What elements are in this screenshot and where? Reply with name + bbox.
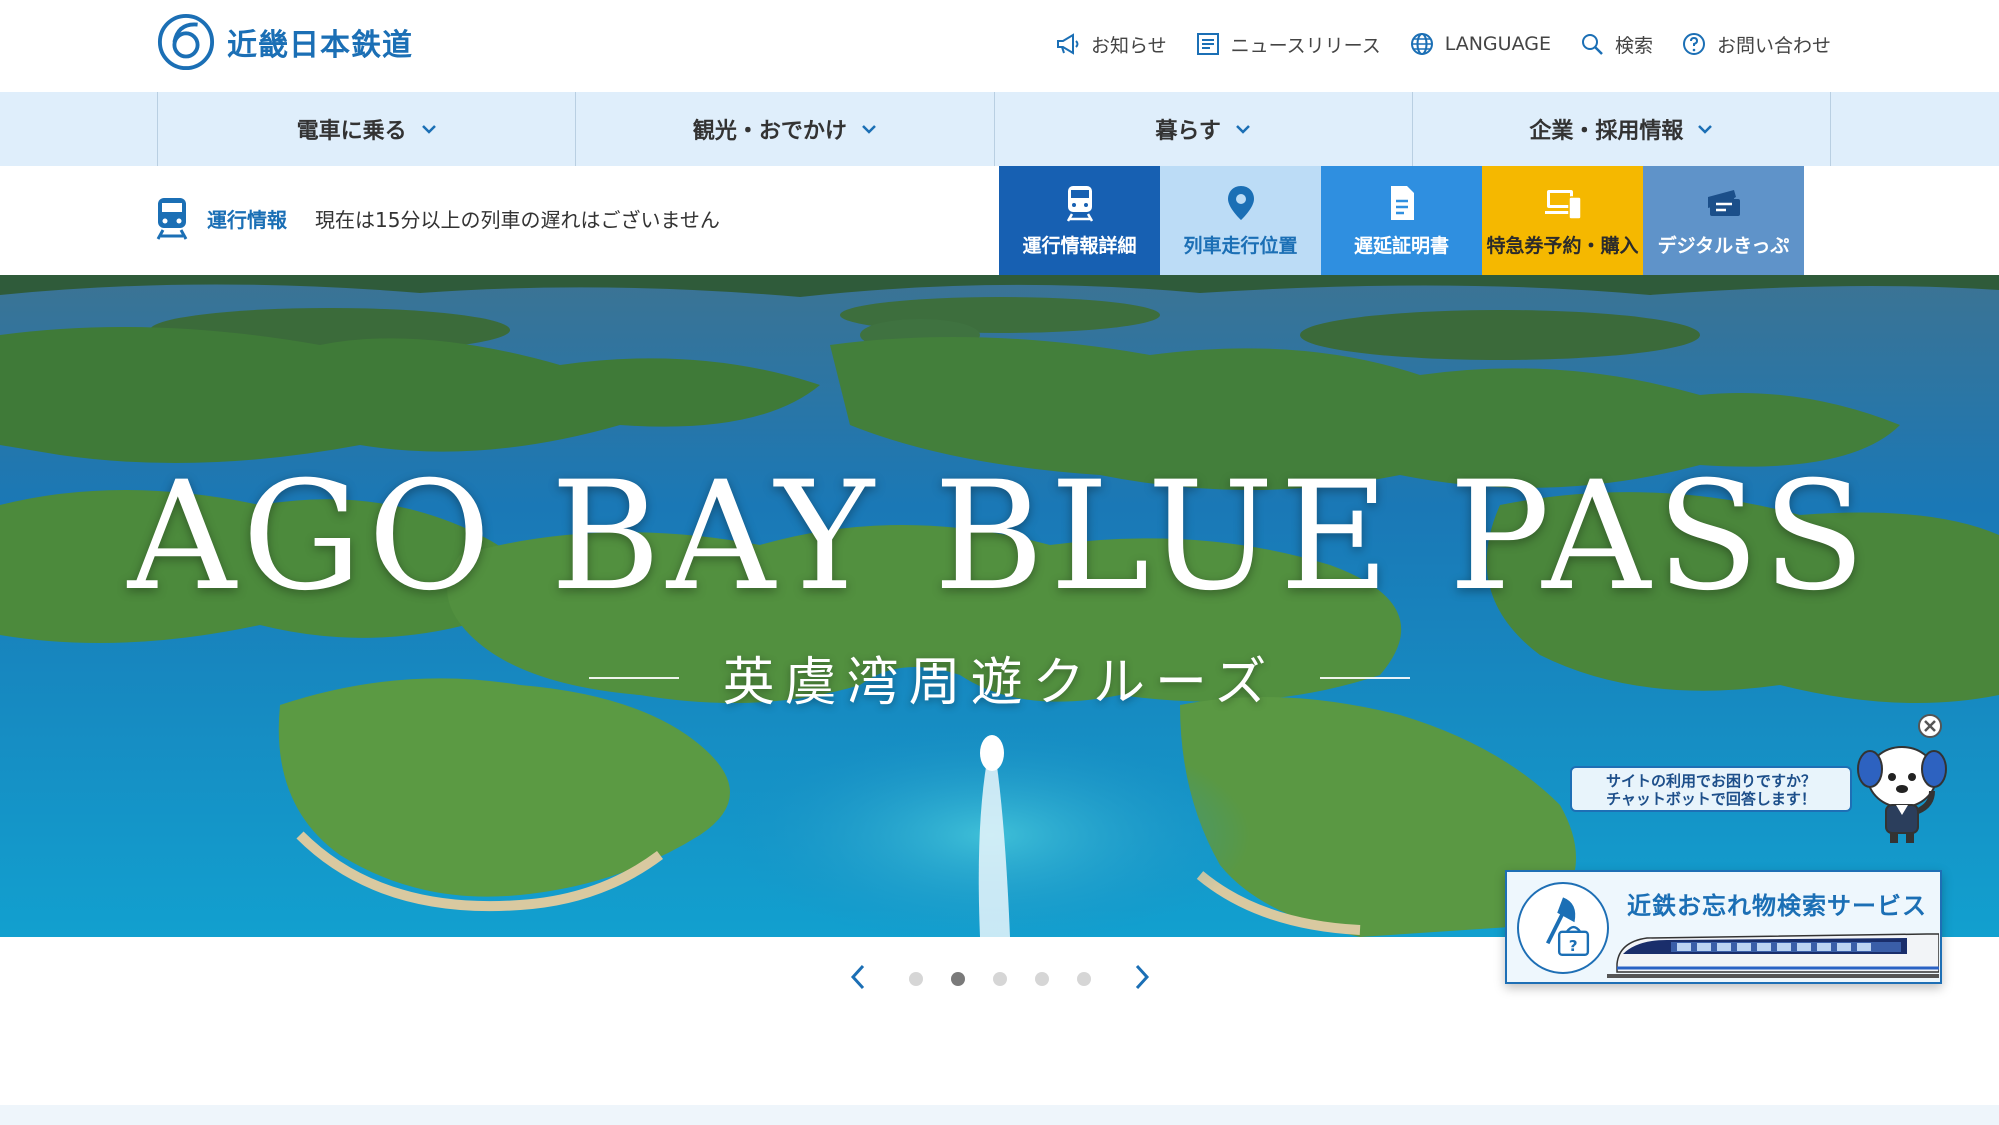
util-language[interactable]: LANGUAGE xyxy=(1409,31,1551,57)
ticket-icon xyxy=(1707,190,1740,216)
search-icon xyxy=(1581,34,1603,55)
svg-text:?: ? xyxy=(1569,937,1578,955)
quick-limited-express-label: 特急券予約・購入 xyxy=(1486,235,1639,257)
quick-digital-ticket-button[interactable]: デジタルきっぷ xyxy=(1643,166,1804,275)
carousel-dot[interactable] xyxy=(992,972,1007,986)
chatbot-bubble[interactable]: サイトの利用でお困りですか？ チャットボットで回答します！ xyxy=(1570,766,1852,812)
quick-operation-detail-label: 運行情報詳細 xyxy=(1022,235,1137,257)
operation-label: 運行情報 xyxy=(207,207,287,232)
quick-limited-express-button[interactable]: 特急券予約・購入 xyxy=(1482,166,1643,275)
gnav-living-label: 暮らす xyxy=(1155,119,1221,144)
util-news-notice-label: お知らせ xyxy=(1090,34,1167,57)
carousel-prev-button[interactable] xyxy=(847,962,869,996)
hero-divider-left xyxy=(588,676,679,679)
lost-found-banner[interactable]: ? 近鉄お忘れ物検索サービス xyxy=(1505,870,1942,984)
gnav-corporate[interactable]: 企業・採用情報 xyxy=(1411,92,1831,166)
logo-text: 近畿日本鉄道 xyxy=(227,28,413,63)
question-icon xyxy=(1682,33,1705,55)
chatbot-mascot-icon[interactable] xyxy=(1852,737,1952,847)
carousel-next-button[interactable] xyxy=(1131,962,1153,996)
carousel-dot-active[interactable] xyxy=(950,972,965,986)
gnav-sightseeing-label: 観光・おでかけ xyxy=(692,119,847,144)
gnav-ride-train-label: 電車に乗る xyxy=(296,119,407,144)
train-illustration-icon xyxy=(1607,933,1939,978)
carousel-dots xyxy=(908,972,1091,986)
lost-found-icon-circle: ? xyxy=(1517,882,1609,974)
gnav-living[interactable]: 暮らす xyxy=(993,92,1412,166)
quick-train-position-button[interactable]: 列車走行位置 xyxy=(1160,166,1321,275)
util-search-label: 検索 xyxy=(1614,34,1653,57)
util-news-release-label: ニュースリリース xyxy=(1230,34,1381,57)
chevron-right-icon xyxy=(1135,964,1149,990)
umbrella-bag-icon: ? xyxy=(1545,897,1590,956)
operation-info-bar: 運行情報 現在は15分以上の列車の遅れはございません 運行情報詳細 列車走行位置… xyxy=(0,166,1999,275)
site-logo[interactable]: 近畿日本鉄道 xyxy=(157,12,413,72)
chatbot-line-2: チャットボットで回答します！ xyxy=(1606,790,1816,808)
hero-divider-right xyxy=(1320,676,1411,679)
util-search[interactable]: 検索 xyxy=(1579,31,1653,58)
chevron-left-icon xyxy=(850,964,864,990)
util-contact-label: お問い合わせ xyxy=(1716,34,1831,57)
operation-status[interactable]: 運行情報 現在は15分以上の列車の遅れはございません xyxy=(155,196,720,240)
kintetsu-logo-icon xyxy=(157,13,215,71)
global-nav: 電車に乗る 観光・おでかけ 暮らす 企業・採用情報 xyxy=(0,92,1999,166)
hero-title: AGO BAY BLUE PASS xyxy=(127,450,1872,624)
section-divider-strip xyxy=(0,1105,1999,1125)
megaphone-icon xyxy=(1056,33,1079,55)
quick-train-position-label: 列車走行位置 xyxy=(1183,235,1298,257)
chatbot-line-1: サイトの利用でお困りですか？ xyxy=(1605,772,1816,790)
carousel-dot[interactable] xyxy=(1076,972,1091,986)
util-contact[interactable]: お問い合わせ xyxy=(1681,31,1831,58)
globe-icon xyxy=(1410,33,1433,55)
operation-status-text: 現在は15分以上の列車の遅れはございません xyxy=(315,207,720,232)
hero-subtitle-row: 英虞湾周遊クルーズ xyxy=(0,640,1999,715)
document-icon xyxy=(1390,186,1414,220)
chevron-down-icon xyxy=(861,125,876,134)
location-pin-icon xyxy=(1227,186,1254,220)
lost-found-title: 近鉄お忘れ物検索サービス xyxy=(1627,892,1927,920)
news-icon xyxy=(1196,33,1219,55)
chevron-down-icon xyxy=(1698,125,1713,134)
quick-digital-ticket-label: デジタルきっぷ xyxy=(1657,235,1790,257)
gnav-sightseeing[interactable]: 観光・おでかけ xyxy=(575,92,993,166)
carousel-dot[interactable] xyxy=(1034,972,1049,986)
util-news-notice[interactable]: お知らせ xyxy=(1055,31,1167,58)
quick-operation-detail-button[interactable]: 運行情報詳細 xyxy=(999,166,1160,275)
train-icon xyxy=(156,198,188,240)
quick-delay-certificate-label: 遅延証明書 xyxy=(1353,235,1449,257)
gnav-corporate-label: 企業・採用情報 xyxy=(1529,119,1684,144)
chevron-down-icon xyxy=(1236,125,1250,134)
hero-banner[interactable]: AGO BAY BLUE PASS 英虞湾周遊クルーズ xyxy=(0,275,1999,937)
close-icon[interactable] xyxy=(1917,713,1943,739)
quick-delay-certificate-button[interactable]: 遅延証明書 xyxy=(1321,166,1482,275)
train-icon xyxy=(1066,186,1093,222)
gnav-ride-train[interactable]: 電車に乗る xyxy=(157,92,575,166)
utility-nav: お知らせ ニュースリリース LANGUAGE 検索 お問い合わせ xyxy=(1055,24,1831,64)
hero-subtitle: 英虞湾周遊クルーズ xyxy=(722,653,1277,713)
chevron-down-icon xyxy=(421,125,436,134)
devices-icon xyxy=(1544,190,1582,220)
carousel-dot[interactable] xyxy=(908,972,923,986)
site-header: 近畿日本鉄道 お知らせ ニュースリリース LANGUAGE 検索 お問い合わせ xyxy=(0,0,1999,92)
util-language-label: LANGUAGE xyxy=(1444,33,1551,55)
quick-links: 運行情報詳細 列車走行位置 遅延証明書 特急券予約・購入 デジタルきっぷ xyxy=(999,166,1804,275)
util-news-release[interactable]: ニュースリリース xyxy=(1195,31,1381,58)
